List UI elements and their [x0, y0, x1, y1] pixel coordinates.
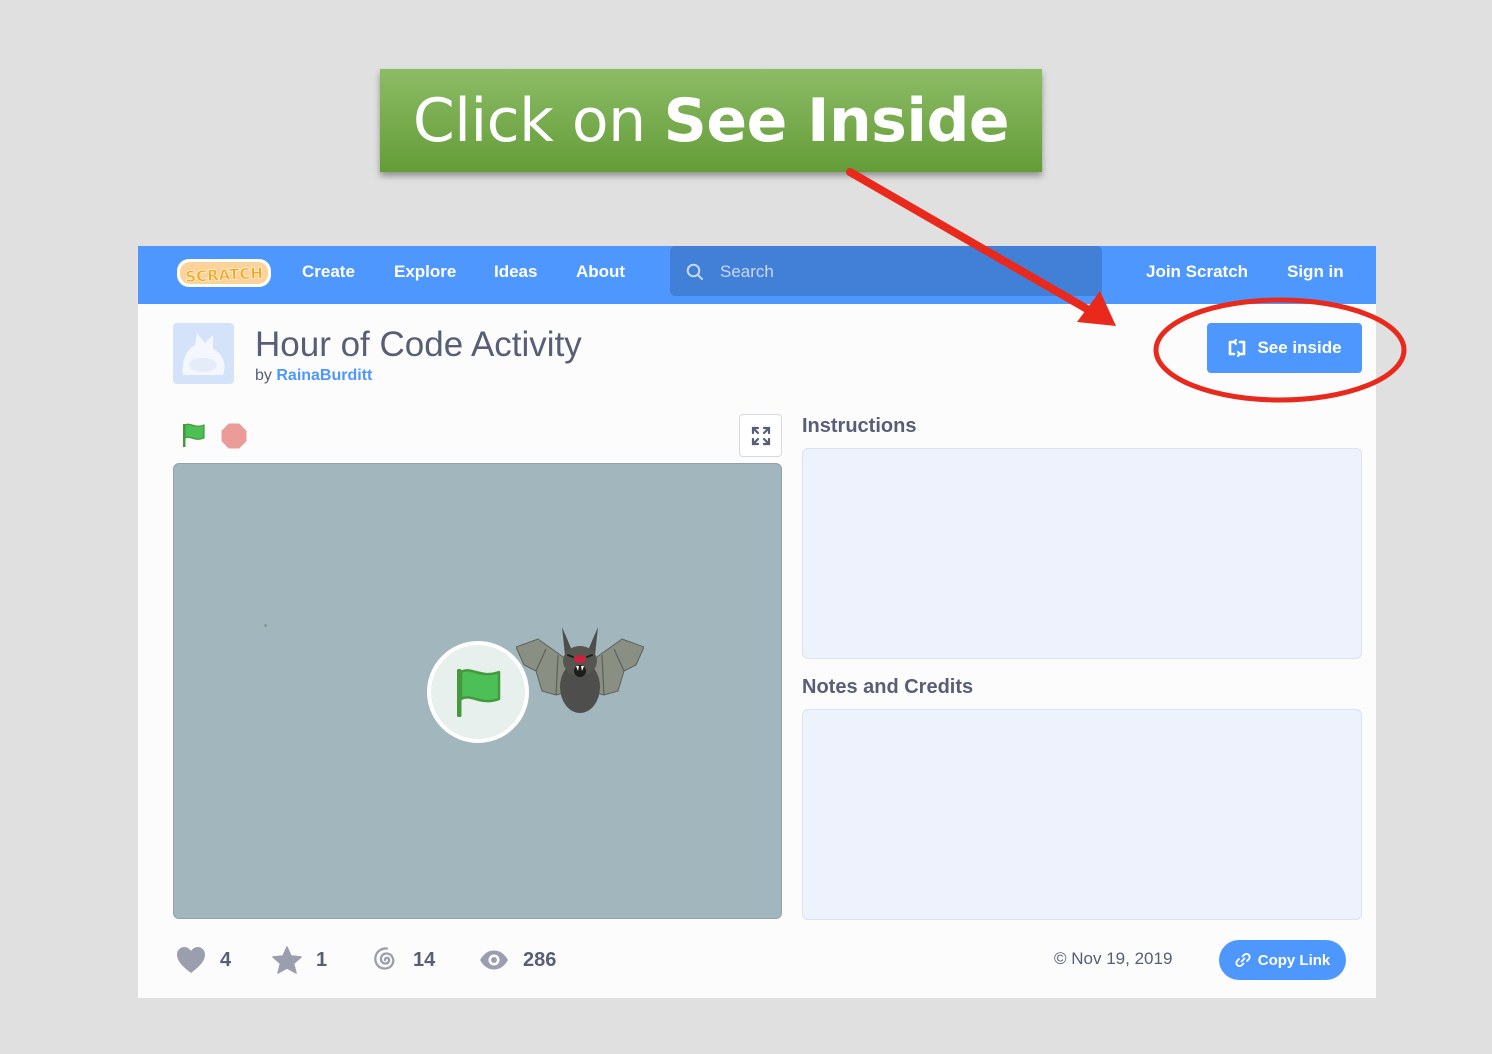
scratch-logo[interactable]: SCRATCH: [176, 256, 272, 290]
love-count[interactable]: 4: [176, 942, 231, 978]
share-date: © Nov 19, 2019: [1054, 949, 1173, 968]
green-flag-icon[interactable]: [180, 422, 207, 448]
instruction-callout: Click on See Inside: [380, 69, 1042, 172]
by-prefix: by: [255, 367, 272, 384]
search-placeholder: Search: [720, 262, 774, 281]
scratch-cat-icon: [182, 333, 225, 375]
callout-prefix: Click on: [412, 85, 646, 156]
swirl-icon: [374, 947, 395, 970]
bat-sprite: [516, 627, 644, 713]
view-count: 286: [479, 942, 556, 978]
stage-green-flag-overlay[interactable]: [427, 641, 529, 743]
copy-link-button[interactable]: Copy Link: [1219, 940, 1346, 980]
fullscreen-button[interactable]: [739, 414, 782, 457]
instructions-box[interactable]: [802, 448, 1362, 659]
remix-count: 14: [371, 942, 435, 978]
callout-emphasis: See Inside: [663, 85, 1010, 156]
sign-in-link[interactable]: Sign in: [1287, 262, 1344, 282]
fullscreen-icon: [751, 426, 770, 445]
eye-icon: [480, 950, 508, 970]
remix-arrows-icon: [1229, 339, 1246, 357]
favorite-count[interactable]: 1: [272, 942, 327, 978]
notes-box[interactable]: [802, 709, 1362, 920]
copyright-icon: ©: [1054, 949, 1067, 968]
link-icon: [1235, 952, 1251, 968]
heart-icon: [177, 947, 205, 973]
see-inside-button[interactable]: See inside: [1207, 323, 1362, 373]
green-flag-icon: [457, 669, 501, 717]
author-link[interactable]: RainaBurditt: [276, 367, 372, 384]
nav-about[interactable]: About: [576, 262, 625, 282]
top-navbar: SCRATCH Create Explore Ideas About Searc…: [138, 246, 1376, 304]
star-icon: [272, 946, 302, 974]
nav-ideas[interactable]: Ideas: [494, 262, 537, 282]
stop-sign-icon[interactable]: [221, 423, 247, 449]
notes-heading: Notes and Credits: [802, 676, 974, 698]
project-title: Hour of Code Activity: [255, 325, 582, 364]
scratch-project-page: SCRATCH Create Explore Ideas About Searc…: [138, 246, 1376, 998]
search-icon: [686, 263, 703, 280]
instructions-heading: Instructions: [802, 415, 917, 437]
join-scratch-link[interactable]: Join Scratch: [1146, 262, 1248, 282]
project-byline: by RainaBurditt: [255, 367, 372, 385]
stage-speck: [264, 624, 267, 627]
nav-create[interactable]: Create: [302, 262, 355, 282]
nav-explore[interactable]: Explore: [394, 262, 456, 282]
project-stage[interactable]: [173, 463, 782, 919]
project-thumbnail: [173, 323, 234, 384]
see-inside-label: See inside: [1257, 338, 1342, 357]
